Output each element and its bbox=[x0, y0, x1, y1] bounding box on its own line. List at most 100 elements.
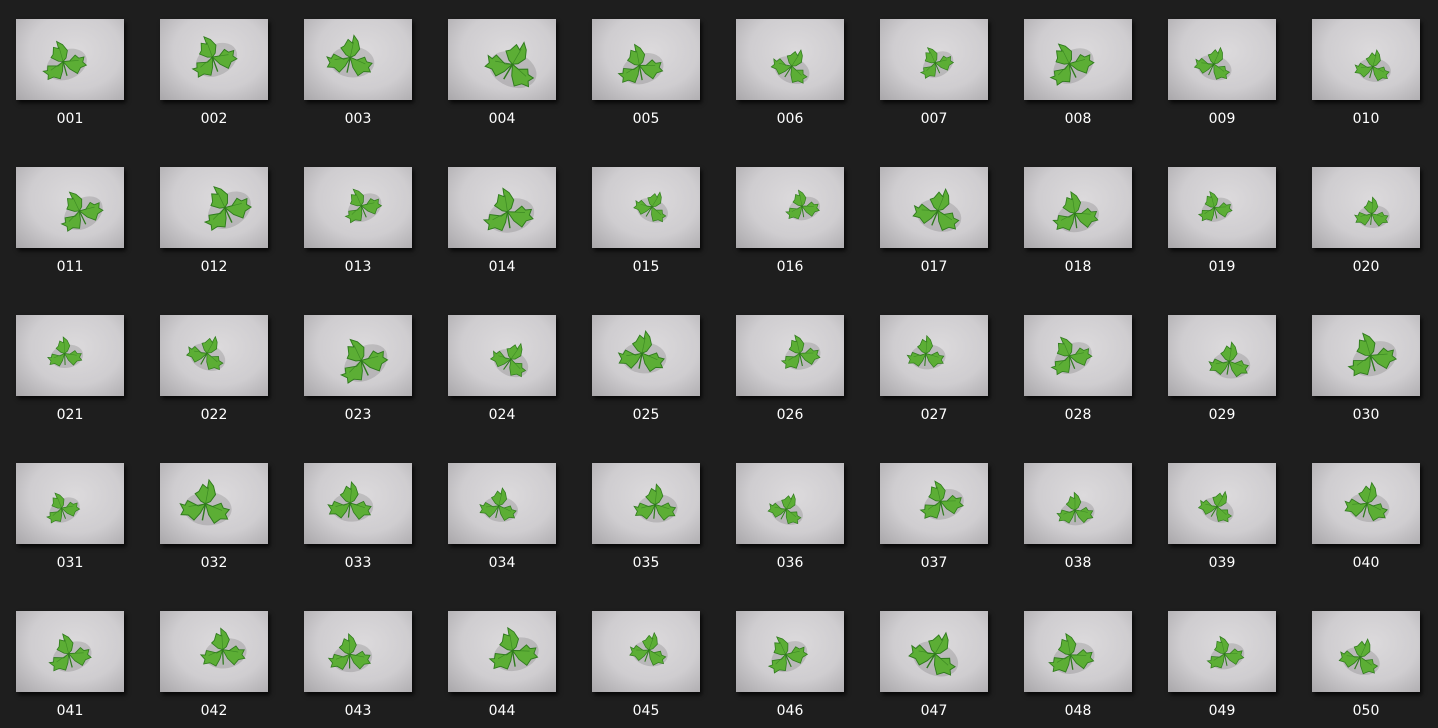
file-item[interactable]: 019 bbox=[1152, 167, 1296, 307]
leaf-photo-icon[interactable] bbox=[16, 315, 124, 396]
leaf-photo-icon[interactable] bbox=[448, 19, 556, 100]
file-item[interactable]: 006 bbox=[720, 19, 864, 159]
leaf-photo-icon[interactable] bbox=[1312, 167, 1420, 248]
leaf-photo-icon[interactable] bbox=[1168, 463, 1276, 544]
file-item[interactable]: 050 bbox=[1296, 611, 1438, 728]
leaf-photo-icon[interactable] bbox=[1024, 463, 1132, 544]
file-item[interactable]: 021 bbox=[0, 315, 144, 455]
leaf-photo-icon[interactable] bbox=[304, 19, 412, 100]
file-item[interactable]: 044 bbox=[432, 611, 576, 728]
leaf-photo-icon[interactable] bbox=[592, 611, 700, 692]
leaf-photo-icon[interactable] bbox=[448, 463, 556, 544]
leaf-photo-icon[interactable] bbox=[592, 19, 700, 100]
leaf-photo-icon[interactable] bbox=[880, 463, 988, 544]
leaf-photo-icon[interactable] bbox=[1024, 315, 1132, 396]
leaf-photo-icon[interactable] bbox=[160, 611, 268, 692]
file-item[interactable]: 001 bbox=[0, 19, 144, 159]
file-item[interactable]: 014 bbox=[432, 167, 576, 307]
leaf-photo-icon[interactable] bbox=[304, 167, 412, 248]
leaf-photo-icon[interactable] bbox=[736, 315, 844, 396]
file-item[interactable]: 027 bbox=[864, 315, 1008, 455]
leaf-photo-icon[interactable] bbox=[736, 19, 844, 100]
leaf-photo-icon[interactable] bbox=[16, 167, 124, 248]
leaf-photo-icon[interactable] bbox=[1024, 19, 1132, 100]
file-item[interactable]: 024 bbox=[432, 315, 576, 455]
file-item[interactable]: 010 bbox=[1296, 19, 1438, 159]
leaf-photo-icon[interactable] bbox=[880, 611, 988, 692]
leaf-photo-icon[interactable] bbox=[1312, 315, 1420, 396]
file-item[interactable]: 012 bbox=[144, 167, 288, 307]
file-item[interactable]: 043 bbox=[288, 611, 432, 728]
leaf-photo-icon[interactable] bbox=[880, 167, 988, 248]
file-item[interactable]: 013 bbox=[288, 167, 432, 307]
file-item[interactable]: 008 bbox=[1008, 19, 1152, 159]
leaf-photo-icon[interactable] bbox=[448, 611, 556, 692]
leaf-photo-icon[interactable] bbox=[592, 463, 700, 544]
leaf-photo-icon[interactable] bbox=[160, 315, 268, 396]
file-item[interactable]: 046 bbox=[720, 611, 864, 728]
file-item[interactable]: 030 bbox=[1296, 315, 1438, 455]
file-item[interactable]: 005 bbox=[576, 19, 720, 159]
file-item[interactable]: 037 bbox=[864, 463, 1008, 603]
leaf-photo-icon[interactable] bbox=[160, 167, 268, 248]
file-item[interactable]: 002 bbox=[144, 19, 288, 159]
file-item[interactable]: 025 bbox=[576, 315, 720, 455]
file-item[interactable]: 032 bbox=[144, 463, 288, 603]
leaf-photo-icon[interactable] bbox=[160, 19, 268, 100]
file-item[interactable]: 007 bbox=[864, 19, 1008, 159]
file-item[interactable]: 028 bbox=[1008, 315, 1152, 455]
file-item[interactable]: 038 bbox=[1008, 463, 1152, 603]
leaf-photo-icon[interactable] bbox=[1168, 167, 1276, 248]
file-item[interactable]: 015 bbox=[576, 167, 720, 307]
file-item[interactable]: 026 bbox=[720, 315, 864, 455]
file-item[interactable]: 031 bbox=[0, 463, 144, 603]
file-item[interactable]: 016 bbox=[720, 167, 864, 307]
leaf-photo-icon[interactable] bbox=[592, 315, 700, 396]
leaf-photo-icon[interactable] bbox=[160, 463, 268, 544]
file-item[interactable]: 020 bbox=[1296, 167, 1438, 307]
leaf-photo-icon[interactable] bbox=[1312, 463, 1420, 544]
leaf-photo-icon[interactable] bbox=[304, 463, 412, 544]
file-item[interactable]: 035 bbox=[576, 463, 720, 603]
file-item[interactable]: 040 bbox=[1296, 463, 1438, 603]
file-item[interactable]: 011 bbox=[0, 167, 144, 307]
leaf-photo-icon[interactable] bbox=[16, 19, 124, 100]
file-item[interactable]: 018 bbox=[1008, 167, 1152, 307]
file-item[interactable]: 003 bbox=[288, 19, 432, 159]
file-item[interactable]: 004 bbox=[432, 19, 576, 159]
leaf-photo-icon[interactable] bbox=[16, 611, 124, 692]
leaf-photo-icon[interactable] bbox=[304, 611, 412, 692]
leaf-photo-icon[interactable] bbox=[1168, 19, 1276, 100]
leaf-photo-icon[interactable] bbox=[880, 19, 988, 100]
leaf-photo-icon[interactable] bbox=[1312, 611, 1420, 692]
leaf-photo-icon[interactable] bbox=[736, 611, 844, 692]
leaf-photo-icon[interactable] bbox=[1312, 19, 1420, 100]
file-item[interactable]: 017 bbox=[864, 167, 1008, 307]
leaf-photo-icon[interactable] bbox=[592, 167, 700, 248]
file-item[interactable]: 033 bbox=[288, 463, 432, 603]
file-item[interactable]: 039 bbox=[1152, 463, 1296, 603]
file-item[interactable]: 041 bbox=[0, 611, 144, 728]
leaf-photo-icon[interactable] bbox=[1168, 315, 1276, 396]
file-item[interactable]: 022 bbox=[144, 315, 288, 455]
file-item[interactable]: 034 bbox=[432, 463, 576, 603]
file-item[interactable]: 029 bbox=[1152, 315, 1296, 455]
file-item[interactable]: 023 bbox=[288, 315, 432, 455]
file-item[interactable]: 042 bbox=[144, 611, 288, 728]
leaf-photo-icon[interactable] bbox=[880, 315, 988, 396]
leaf-photo-icon[interactable] bbox=[1168, 611, 1276, 692]
file-item[interactable]: 049 bbox=[1152, 611, 1296, 728]
file-item[interactable]: 048 bbox=[1008, 611, 1152, 728]
leaf-photo-icon[interactable] bbox=[304, 315, 412, 396]
file-item[interactable]: 036 bbox=[720, 463, 864, 603]
leaf-photo-icon[interactable] bbox=[448, 315, 556, 396]
file-item[interactable]: 045 bbox=[576, 611, 720, 728]
leaf-photo-icon[interactable] bbox=[736, 463, 844, 544]
leaf-photo-icon[interactable] bbox=[1024, 167, 1132, 248]
leaf-photo-icon[interactable] bbox=[16, 463, 124, 544]
file-item[interactable]: 047 bbox=[864, 611, 1008, 728]
leaf-photo-icon[interactable] bbox=[736, 167, 844, 248]
file-item[interactable]: 009 bbox=[1152, 19, 1296, 159]
leaf-photo-icon[interactable] bbox=[1024, 611, 1132, 692]
leaf-photo-icon[interactable] bbox=[448, 167, 556, 248]
